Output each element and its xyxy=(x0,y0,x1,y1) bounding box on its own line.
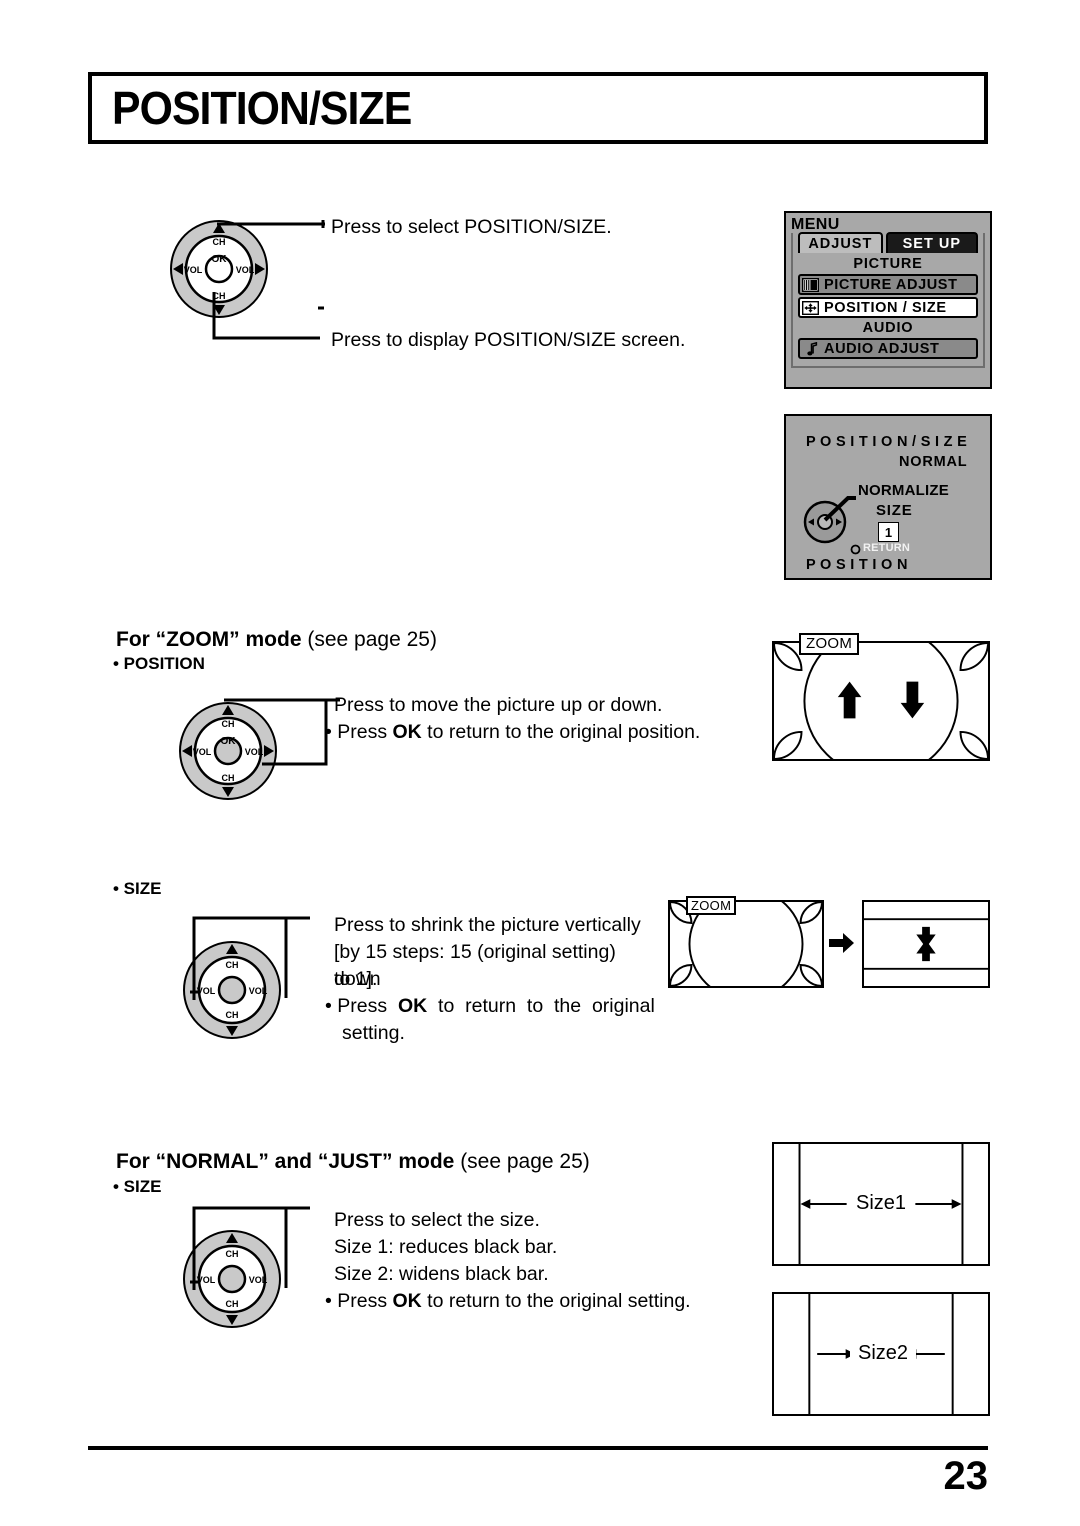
osd-heading: P O S I T I O N / S I Z E xyxy=(806,434,968,450)
zoom-tag-size: ZOOM xyxy=(686,896,737,915)
svg-text:CH: CH xyxy=(213,237,226,247)
svg-text:VOL: VOL xyxy=(184,265,203,275)
svg-text:CH: CH xyxy=(226,1299,239,1309)
zoom-heading-note: (see page 25) xyxy=(307,628,437,651)
svg-text:VOL: VOL xyxy=(193,747,212,757)
menu-item-audio-adjust[interactable]: AUDIO ADJUST xyxy=(798,338,978,359)
menu-item-picture-adjust-label: PICTURE ADJUST xyxy=(824,276,958,293)
osd-size-value-box: 1 xyxy=(878,522,899,542)
svg-text:OK: OK xyxy=(212,254,228,265)
menu-item-position-size-label: POSITION / SIZE xyxy=(824,299,947,316)
normal-heading-note: (see page 25) xyxy=(460,1150,590,1173)
zoom-size-line-1: Press to shrink the picture vertically xyxy=(334,914,641,936)
size2-label: Size2 xyxy=(850,1342,916,1365)
normal-line-3: Size 2: widens black bar. xyxy=(334,1263,549,1285)
picture-bars-icon xyxy=(802,277,819,292)
osd-menu-body: ADJUST SET UP PICTURE PICTURE ADJUST POS… xyxy=(791,232,985,368)
step-2-text: Press to display POSITION/SIZE screen. xyxy=(331,329,686,351)
callout-line-select xyxy=(215,218,335,228)
osd-mode-value: NORMAL xyxy=(899,454,968,470)
zoom-size-line-4: • Press OK to return to the original xyxy=(325,995,655,1017)
zoom-size-subheading: • SIZE xyxy=(113,879,162,898)
group-label-audio: AUDIO xyxy=(862,320,914,336)
normal-line-2: Size 1: reduces black bar. xyxy=(334,1236,558,1258)
tab-adjust[interactable]: ADJUST xyxy=(798,232,883,253)
osd-tab-row: ADJUST SET UP xyxy=(798,232,978,253)
osd-normalize-label: NORMALIZE xyxy=(858,482,949,499)
osd-return-label: RETURN xyxy=(863,542,911,554)
transform-arrow-icon xyxy=(829,932,855,959)
music-note-icon xyxy=(806,341,819,356)
step-1-text: Press to select POSITION/SIZE. xyxy=(331,216,612,238)
menu-item-audio-adjust-label: AUDIO ADJUST xyxy=(824,340,940,357)
page-title: POSITION/SIZE xyxy=(112,82,412,134)
zoom-position-line-2: • Press OK to return to the original pos… xyxy=(325,721,701,743)
zoom-section-heading: For “ZOOM” mode (see page 25) xyxy=(116,626,437,654)
osd-jog-icon xyxy=(800,494,856,546)
normal-line-4: • Press OK to return to the original set… xyxy=(325,1290,691,1312)
zoom-size-line-3: to 1]. xyxy=(334,968,378,990)
tv-zoom-position xyxy=(772,641,990,761)
osd-position-size-panel: P O S I T I O N / S I Z E NORMAL NORMALI… xyxy=(784,414,992,580)
zoom-tag-position: ZOOM xyxy=(799,633,860,655)
osd-position-label: P O S I T I O N xyxy=(806,557,908,573)
zoom-size-line-5: setting. xyxy=(342,1022,405,1044)
zoom-position-line-1: Press to move the picture up or down. xyxy=(334,694,663,716)
normal-line-1: Press to select the size. xyxy=(334,1209,540,1231)
normal-size-subheading: • SIZE xyxy=(113,1177,162,1196)
zoom-position-subheading: • POSITION xyxy=(113,654,205,673)
callout-line-zoom-position xyxy=(222,696,342,776)
normal-heading-bold: For “NORMAL” and “JUST” mode xyxy=(116,1150,455,1173)
callout-line-display xyxy=(200,290,330,352)
osd-menu-panel: MENU ADJUST SET UP PICTURE PICTURE ADJUS… xyxy=(784,211,992,389)
four-way-arrow-icon xyxy=(802,300,819,315)
size1-label: Size1 xyxy=(848,1192,914,1215)
menu-item-picture-adjust[interactable]: PICTURE ADJUST xyxy=(798,274,978,295)
page-number: 23 xyxy=(943,1454,989,1498)
osd-size-value: 1 xyxy=(884,524,893,540)
svg-text:CH: CH xyxy=(226,1010,239,1020)
callout-line-zoom-size xyxy=(180,908,320,1008)
menu-item-position-size[interactable]: POSITION / SIZE xyxy=(798,297,978,318)
svg-text:VOL: VOL xyxy=(236,265,255,275)
normal-section-heading: For “NORMAL” and “JUST” mode (see page 2… xyxy=(116,1148,590,1176)
callout-line-normal-size xyxy=(180,1198,320,1298)
osd-size-label: SIZE xyxy=(876,502,913,519)
group-label-picture: PICTURE xyxy=(853,256,923,272)
zoom-heading-bold: For “ZOOM” mode xyxy=(116,628,302,651)
tab-setup[interactable]: SET UP xyxy=(885,232,978,253)
tv-zoom-size-after xyxy=(862,900,990,988)
footer-rule xyxy=(88,1446,988,1450)
